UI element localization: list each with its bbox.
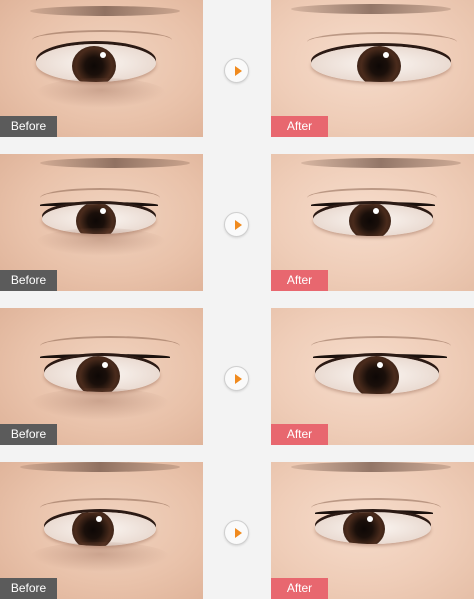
- after-badge: After: [271, 424, 328, 445]
- comparison-row: Before After: [0, 154, 474, 291]
- arrow-right-icon: [224, 58, 249, 83]
- comparison-list: Before After Before After Before After B…: [0, 0, 474, 599]
- before-badge: Before: [0, 578, 57, 599]
- before-badge: Before: [0, 424, 57, 445]
- comparison-row: Before After: [0, 308, 474, 445]
- comparison-row: Before After: [0, 0, 474, 137]
- after-badge: After: [271, 270, 328, 291]
- arrow-right-icon: [224, 520, 249, 545]
- before-badge: Before: [0, 270, 57, 291]
- arrow-right-icon: [224, 212, 249, 237]
- comparison-row: Before After: [0, 462, 474, 599]
- before-badge: Before: [0, 116, 57, 137]
- after-badge: After: [271, 578, 328, 599]
- arrow-right-icon: [224, 366, 249, 391]
- after-badge: After: [271, 116, 328, 137]
